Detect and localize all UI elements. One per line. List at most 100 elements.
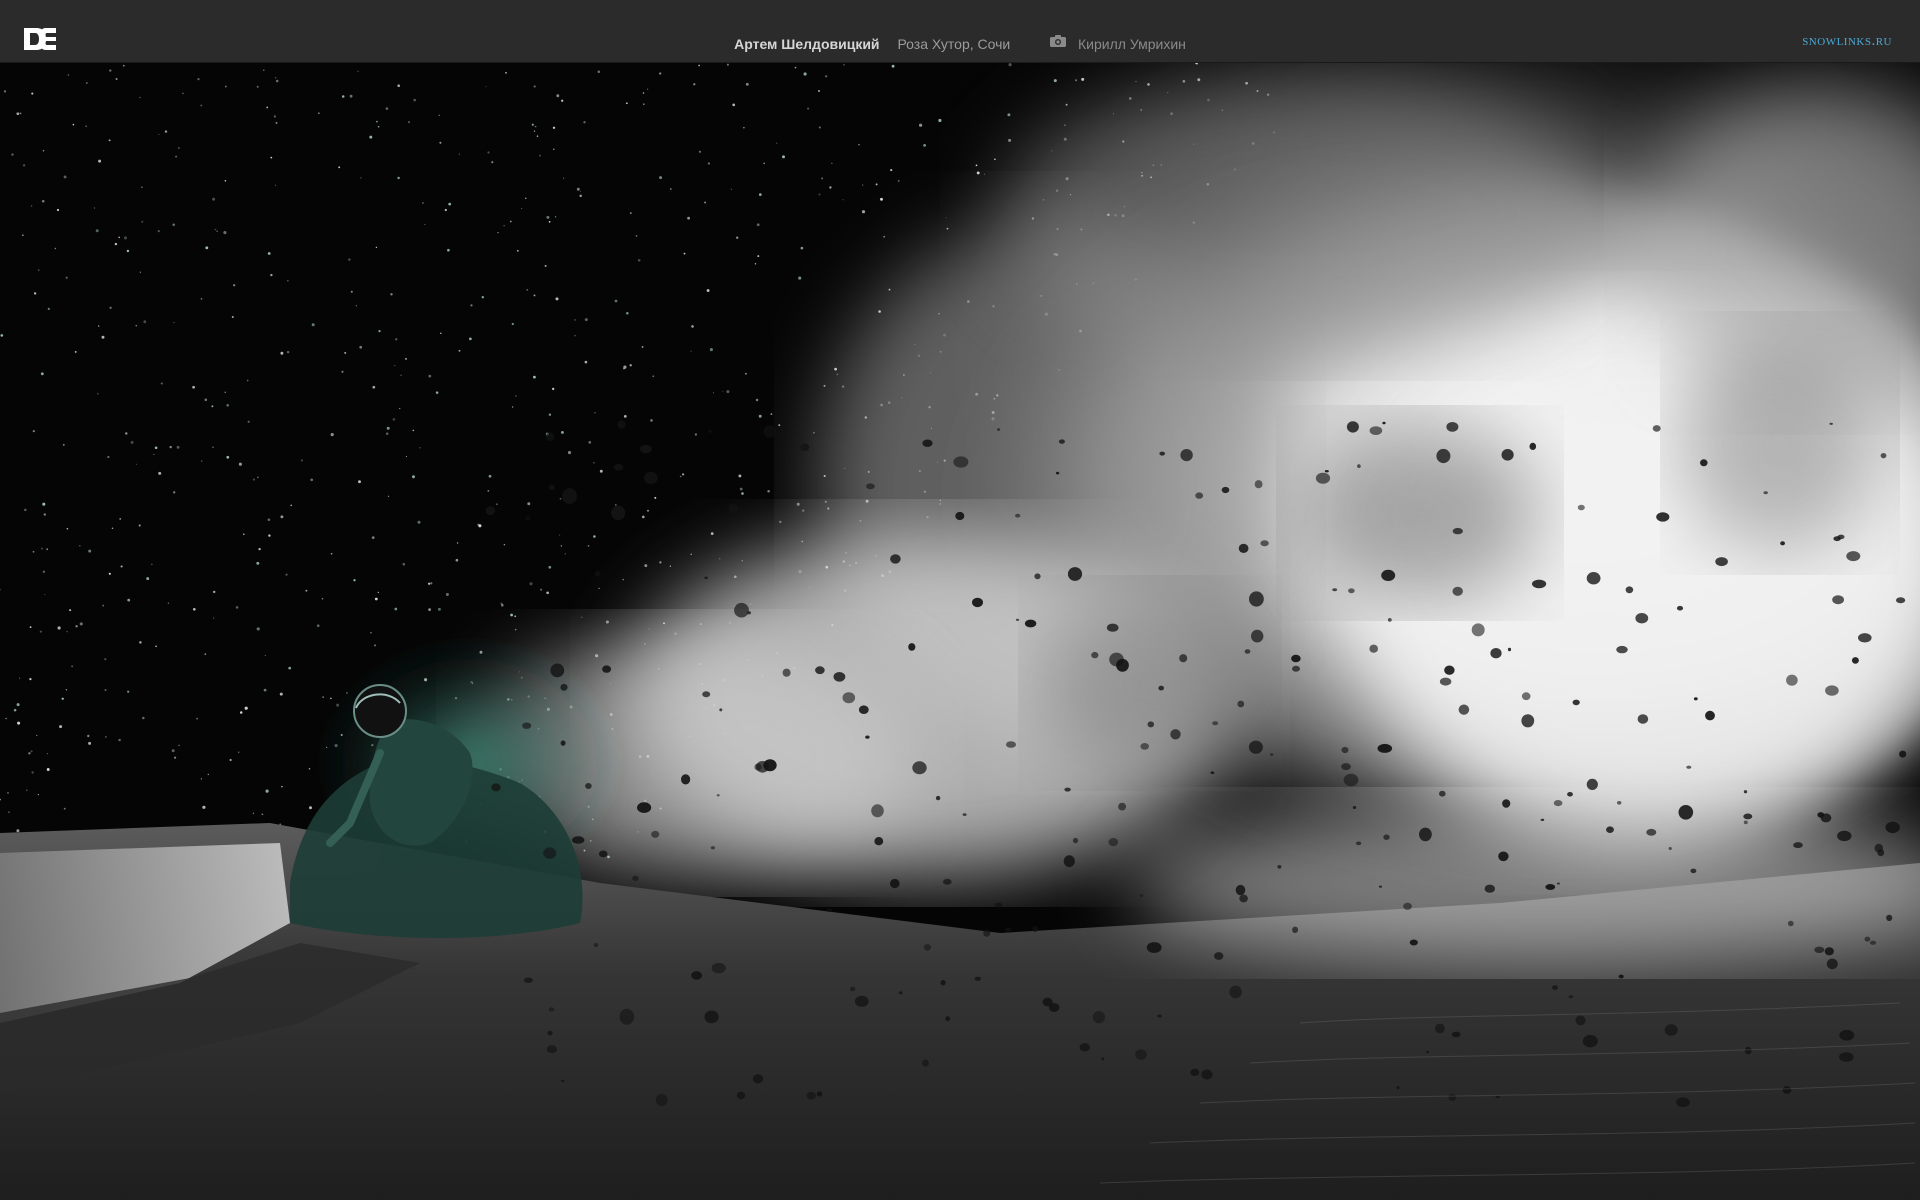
- snow-chunk: [1763, 491, 1768, 495]
- snow-chunk: [1091, 651, 1099, 659]
- snowflake: [514, 615, 517, 618]
- snowflake: [22, 164, 26, 167]
- snowflake: [79, 622, 83, 626]
- snow-chunk: [1787, 920, 1794, 927]
- snowflake: [1147, 83, 1150, 86]
- snowflake: [346, 692, 348, 694]
- snowflake: [17, 721, 21, 725]
- snowflake: [287, 280, 289, 282]
- snowflake: [669, 565, 672, 567]
- snow-chunk: [1451, 1031, 1461, 1038]
- snowflake: [521, 207, 523, 210]
- snowflake: [576, 187, 580, 191]
- snowflake: [56, 208, 60, 212]
- snow-chunk: [1446, 422, 1459, 432]
- snow-chunk: [1743, 813, 1753, 820]
- snow-chunk: [1034, 573, 1041, 580]
- snow-chunk: [1668, 847, 1672, 850]
- snow-chunk: [997, 428, 1001, 431]
- snow-chunk: [1885, 821, 1900, 834]
- snowflake: [348, 258, 351, 261]
- snowflake: [883, 235, 886, 238]
- snowflake: [267, 518, 271, 521]
- snowflake: [478, 524, 482, 528]
- snowflake: [19, 112, 22, 115]
- snowflake: [286, 350, 290, 354]
- snowflake: [69, 609, 72, 612]
- snowflake: [88, 741, 92, 745]
- snowflake: [539, 154, 542, 157]
- snow-chunk: [908, 643, 916, 651]
- snow-chunk: [572, 836, 585, 844]
- snowflake: [96, 392, 99, 395]
- snowflake: [377, 125, 380, 128]
- snowflake: [226, 404, 229, 407]
- snowflake: [458, 349, 461, 352]
- snowflake: [614, 299, 618, 303]
- snow-chunk: [1332, 588, 1338, 592]
- snowflake: [745, 82, 749, 86]
- snowflake: [275, 79, 279, 83]
- snowflake: [87, 734, 90, 738]
- snow-chunk: [548, 484, 555, 491]
- snow-chunk: [1210, 771, 1215, 774]
- snowflake: [261, 813, 264, 816]
- snow-chunk: [1553, 800, 1563, 807]
- snowflake: [397, 176, 400, 180]
- snow-chunk: [1382, 421, 1386, 425]
- snowflake: [119, 518, 122, 520]
- snowflake: [115, 78, 118, 80]
- snowflake: [341, 95, 345, 98]
- snow-chunk: [1498, 851, 1509, 862]
- snowflake: [836, 373, 839, 376]
- snowflake: [256, 85, 259, 88]
- snowflake: [813, 432, 815, 434]
- snowflake: [36, 734, 38, 737]
- snowflake: [109, 306, 112, 309]
- snowflake: [175, 155, 178, 158]
- snowflake: [496, 503, 498, 505]
- snowflake: [829, 186, 832, 189]
- snowlinks-logo-link[interactable]: snowlinks.ru: [1802, 33, 1892, 50]
- snowflake: [316, 624, 320, 628]
- snowflake: [224, 391, 226, 394]
- snowflake: [19, 677, 21, 679]
- snowflake: [862, 184, 864, 186]
- snowflake: [273, 115, 277, 118]
- snowflake: [371, 536, 375, 540]
- snow-chunk: [1229, 985, 1242, 999]
- snowflake: [270, 273, 273, 277]
- snow-chunk: [1817, 812, 1825, 818]
- snowflake: [353, 579, 356, 582]
- snowflake: [770, 413, 773, 416]
- snowflake: [212, 197, 216, 201]
- snow-chunk: [1780, 541, 1785, 546]
- snow-chunk: [1063, 855, 1075, 868]
- snow-chunk: [734, 602, 749, 618]
- snow-chunk: [854, 995, 869, 1007]
- snowflake: [141, 186, 143, 188]
- snow-chunk: [1159, 451, 1165, 456]
- snowflake: [374, 597, 378, 601]
- snow-chunk: [1540, 818, 1545, 822]
- snowflake: [280, 515, 284, 519]
- snow-chunk: [1567, 792, 1573, 797]
- snowflake: [818, 193, 821, 196]
- snowflake: [212, 446, 214, 448]
- snowflake: [54, 247, 57, 250]
- snow-chunk: [1678, 805, 1694, 820]
- snowflake: [71, 665, 73, 668]
- snowflake: [169, 445, 172, 449]
- snow-chunk: [1158, 685, 1164, 691]
- snowflake: [593, 461, 595, 464]
- snow-chunk: [1341, 763, 1351, 771]
- snow-chunk: [617, 420, 626, 429]
- snow-chunk: [943, 878, 952, 885]
- snow-chunk: [585, 783, 592, 789]
- snow-chunk: [763, 425, 777, 438]
- snow-chunk: [1277, 865, 1282, 869]
- snowflake: [201, 460, 203, 462]
- snowflake: [37, 793, 40, 796]
- snowflake: [65, 276, 68, 279]
- snowflake: [267, 252, 271, 255]
